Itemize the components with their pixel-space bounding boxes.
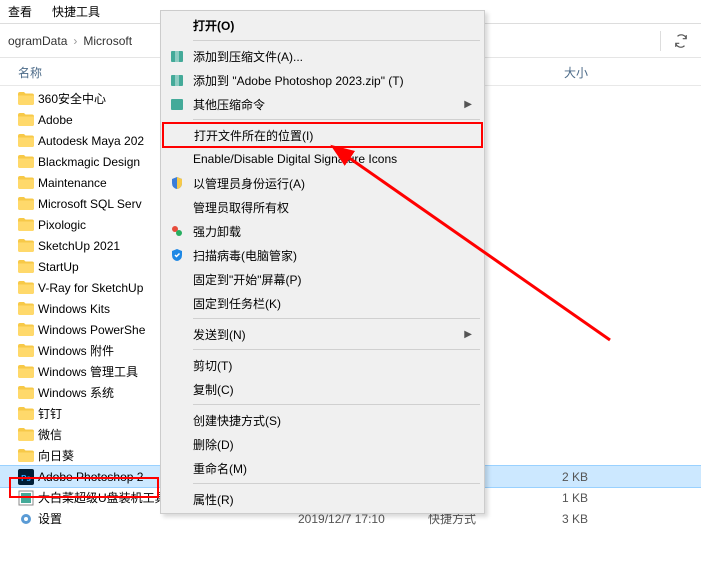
menu-copy[interactable]: 复制(C) <box>163 377 482 401</box>
folder-name: SketchUp 2021 <box>38 239 120 253</box>
file-name: Adobe Photoshop 2 <box>38 470 143 484</box>
menu-admin-ownership[interactable]: 管理员取得所有权 <box>163 195 482 219</box>
breadcrumb-part[interactable]: ogramData <box>8 34 67 48</box>
menu-separator <box>193 483 480 484</box>
folder-name: 向日葵 <box>38 447 74 464</box>
folder-name: Windows 管理工具 <box>38 363 138 380</box>
context-menu: 打开(O) 添加到压缩文件(A)... 添加到 "Adobe Photoshop… <box>160 10 485 514</box>
folder-icon <box>18 155 34 168</box>
menu-separator <box>193 349 480 350</box>
file-size: 1 KB <box>528 491 588 505</box>
shortcut-icon <box>18 490 34 506</box>
folder-icon <box>18 239 34 252</box>
menu-separator <box>193 119 480 120</box>
archive-icon <box>169 96 185 112</box>
folder-icon <box>18 260 34 273</box>
folder-name: Blackmagic Design <box>38 155 140 169</box>
gear-icon <box>18 511 34 527</box>
folder-icon <box>18 92 34 105</box>
shield-icon <box>169 175 185 191</box>
folder-name: V-Ray for SketchUp <box>38 281 143 295</box>
folder-name: 360安全中心 <box>38 90 106 107</box>
zip-icon <box>169 72 185 88</box>
shield-check-icon <box>169 247 185 263</box>
menu-delete[interactable]: 删除(D) <box>163 432 482 456</box>
folder-icon <box>18 197 34 210</box>
folder-name: Windows PowerShe <box>38 323 145 337</box>
folder-icon <box>18 365 34 378</box>
folder-name: Microsoft SQL Serv <box>38 197 142 211</box>
folder-icon <box>18 449 34 462</box>
folder-icon <box>18 134 34 147</box>
menu-add-archive[interactable]: 添加到压缩文件(A)... <box>163 44 482 68</box>
breadcrumb-part[interactable]: Microsoft <box>83 34 132 48</box>
menu-pin-taskbar[interactable]: 固定到任务栏(K) <box>163 291 482 315</box>
uninstall-icon <box>169 223 185 239</box>
menu-other-compress[interactable]: 其他压缩命令 ▶ <box>163 92 482 116</box>
col-header-size[interactable]: 大小 <box>528 64 588 81</box>
folder-icon <box>18 428 34 441</box>
menu-properties[interactable]: 属性(R) <box>163 487 482 511</box>
folder-name: StartUp <box>38 260 79 274</box>
menu-scan-virus[interactable]: 扫描病毒(电脑管家) <box>163 243 482 267</box>
menu-digital-signature[interactable]: Enable/Disable Digital Signature Icons <box>163 147 482 171</box>
folder-name: Windows 附件 <box>38 342 114 359</box>
menu-rename[interactable]: 重命名(M) <box>163 456 482 480</box>
folder-icon <box>18 386 34 399</box>
menu-add-zip[interactable]: 添加到 "Adobe Photoshop 2023.zip" (T) <box>163 68 482 92</box>
toolbar-quick-tools[interactable]: 快捷工具 <box>52 3 100 20</box>
chevron-right-icon: › <box>73 34 77 48</box>
menu-create-shortcut[interactable]: 创建快捷方式(S) <box>163 408 482 432</box>
folder-name: Autodesk Maya 202 <box>38 134 144 148</box>
menu-separator <box>193 40 480 41</box>
divider <box>660 31 661 51</box>
menu-force-uninstall[interactable]: 强力卸载 <box>163 219 482 243</box>
menu-send-to[interactable]: 发送到(N)▶ <box>163 322 482 346</box>
menu-separator <box>193 318 480 319</box>
folder-name: 微信 <box>38 426 62 443</box>
folder-icon <box>18 407 34 420</box>
menu-cut[interactable]: 剪切(T) <box>163 353 482 377</box>
file-size: 2 KB <box>528 470 588 484</box>
folder-name: Maintenance <box>38 176 107 190</box>
menu-open[interactable]: 打开(O) <box>163 13 482 37</box>
folder-icon <box>18 176 34 189</box>
refresh-button[interactable] <box>669 29 693 53</box>
folder-icon <box>18 281 34 294</box>
file-name: 设置 <box>38 510 62 527</box>
file-size: 3 KB <box>528 512 588 526</box>
folder-name: Adobe <box>38 113 73 127</box>
toolbar-view[interactable]: 查看 <box>8 3 32 20</box>
menu-pin-start[interactable]: 固定到"开始"屏幕(P) <box>163 267 482 291</box>
folder-icon <box>18 302 34 315</box>
folder-icon <box>18 113 34 126</box>
folder-icon <box>18 323 34 336</box>
chevron-right-icon: ▶ <box>464 99 472 110</box>
file-name: 大白菜超级U盘装机工具 <box>38 489 167 506</box>
svg-text:Ps: Ps <box>21 474 31 483</box>
menu-separator <box>193 404 480 405</box>
refresh-icon <box>674 34 688 48</box>
folder-icon <box>18 344 34 357</box>
photoshop-icon: Ps <box>18 469 34 485</box>
folder-name: Pixologic <box>38 218 86 232</box>
archive-icon <box>169 48 185 64</box>
folder-icon <box>18 218 34 231</box>
menu-run-as-admin[interactable]: 以管理员身份运行(A) <box>163 171 482 195</box>
menu-open-location[interactable]: 打开文件所在的位置(I) <box>162 122 483 148</box>
chevron-right-icon: ▶ <box>464 329 472 340</box>
folder-name: 钉钉 <box>38 405 62 422</box>
folder-name: Windows 系统 <box>38 384 114 401</box>
folder-name: Windows Kits <box>38 302 110 316</box>
